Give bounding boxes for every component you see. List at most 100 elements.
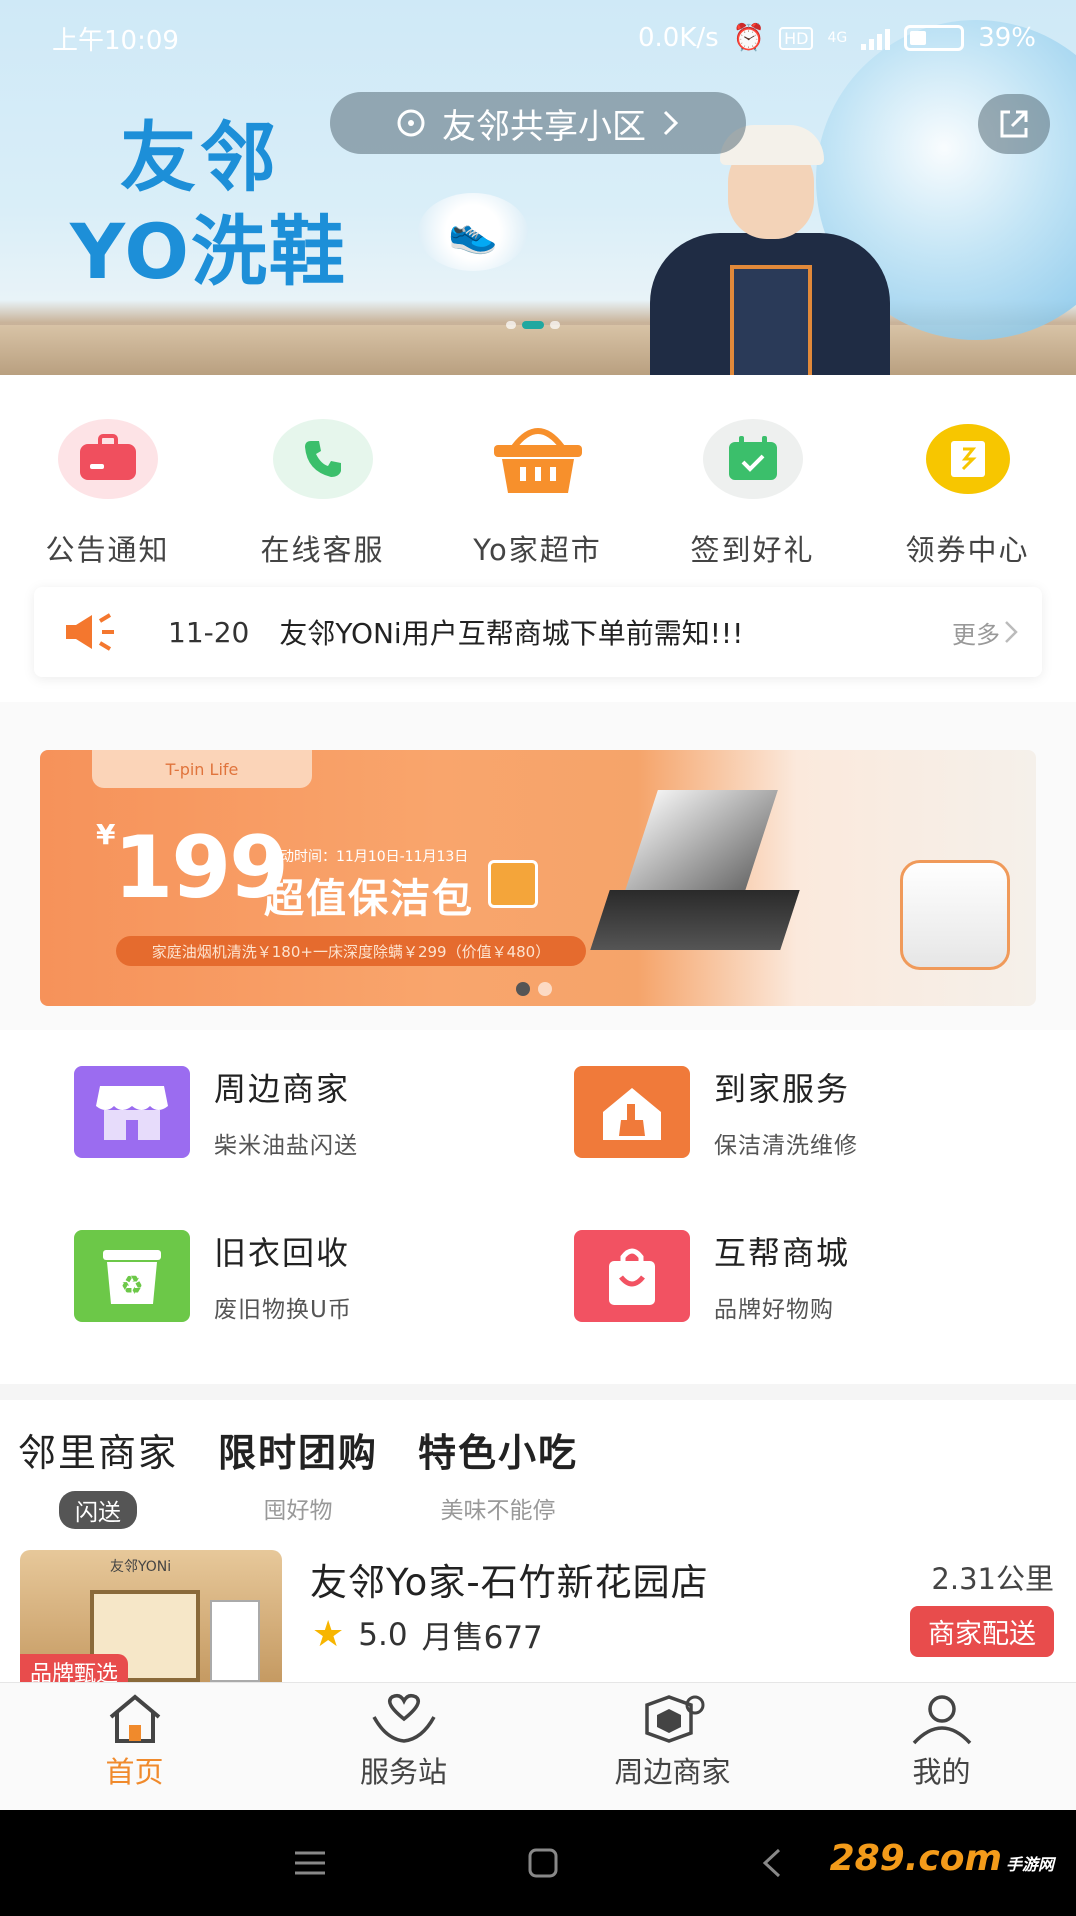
- promo-pagination: [516, 982, 552, 996]
- currency-symbol: ¥: [96, 818, 116, 851]
- tab-service-station[interactable]: 服务站: [269, 1683, 538, 1810]
- net-speed: 0.0K/s: [637, 23, 719, 53]
- banner-pagination: [506, 321, 560, 329]
- announcement-text: 友邻YONi用户互帮商城下单前需知!!!: [279, 617, 744, 650]
- battery-percent: 39%: [978, 23, 1036, 53]
- service-subtitle: 废旧物换U币: [214, 1297, 352, 1323]
- alarm-icon: ⏰: [732, 23, 766, 53]
- quick-action-supermarket[interactable]: Yo家超市: [430, 419, 645, 569]
- bottom-tab-bar: 首页 服务站 周边商家 我的: [0, 1682, 1076, 1810]
- quick-action-label: 公告通知: [45, 533, 170, 567]
- phone-icon: [272, 419, 373, 499]
- shop-rating: ★ 5.0 月售677: [312, 1612, 543, 1657]
- rating-value: 5.0: [358, 1616, 408, 1653]
- watermark-sub: 手游网: [1005, 1855, 1054, 1874]
- quick-action-label: 签到好礼: [690, 533, 815, 567]
- service-mutual-mall[interactable]: 互帮商城 品牌好物购: [574, 1228, 850, 1324]
- shop-thumb-sign: 友邻YONi: [110, 1559, 172, 1575]
- shop-thumbnail: 友邻YONi 品牌甄选: [20, 1550, 282, 1682]
- promo-banner[interactable]: T-pin Life ¥199 活动时间：11月10日-11月13日 超值保洁包…: [40, 750, 1036, 1006]
- tab-neighborhood-merchants[interactable]: 邻里商家 闪送: [18, 1422, 178, 1529]
- tab-title: 特色小吃: [418, 1431, 579, 1475]
- tab-title: 邻里商家: [18, 1431, 179, 1475]
- hd-badge: HD: [779, 26, 814, 50]
- service-home-services[interactable]: 到家服务 保洁清洗维修: [574, 1064, 858, 1160]
- battery-icon: [904, 25, 965, 51]
- tab-label: 服务站: [359, 1755, 447, 1789]
- sneaker-icon: 👟: [418, 193, 528, 271]
- nearby-shop-icon: [644, 1695, 704, 1743]
- tab-snacks[interactable]: 特色小吃 美味不能停: [418, 1422, 578, 1529]
- service-title: 旧衣回收: [214, 1234, 351, 1272]
- monthly-sales: 月售677: [421, 1620, 543, 1656]
- promo-price: ¥199: [96, 818, 289, 918]
- svg-text:♻: ♻: [120, 1271, 143, 1301]
- tab-label: 首页: [105, 1755, 164, 1789]
- tab-label: 我的: [912, 1755, 971, 1789]
- promo-section: T-pin Life ¥199 活动时间：11月10日-11月13日 超值保洁包…: [0, 702, 1076, 1030]
- delivery-badge: 商家配送: [910, 1606, 1054, 1657]
- net-type: 4G: [827, 30, 848, 46]
- promo-person-illustration: [650, 125, 890, 375]
- quick-action-checkin[interactable]: 签到好礼: [645, 419, 860, 569]
- watermark-main: 289.com: [829, 1838, 1002, 1879]
- shop-name: 友邻Yo家-石竹新花园店: [310, 1561, 709, 1604]
- announcement-bar[interactable]: 11-20 友邻YONi用户互帮商城下单前需知!!! 更多: [34, 587, 1042, 677]
- tab-label: 周边商家: [614, 1755, 731, 1789]
- service-title: 周边商家: [214, 1070, 351, 1108]
- more-label: 更多: [952, 620, 1000, 649]
- chevron-right-icon: [1005, 621, 1018, 643]
- megaphone-icon: [66, 613, 114, 651]
- quick-action-notice[interactable]: 公告通知: [0, 419, 215, 569]
- quick-action-customer-service[interactable]: 在线客服: [215, 419, 430, 569]
- range-hood-image: [590, 790, 800, 990]
- quick-actions-section: 公告通知 在线客服 Yo家超市 签到好礼 领券中心 11-20 友邻YONi用户…: [0, 375, 1076, 702]
- banner-brand-subtitle: YO洗鞋: [70, 207, 347, 296]
- shopping-bag-icon: [574, 1230, 690, 1322]
- shop-distance: 2.31公里: [931, 1562, 1054, 1596]
- profile-icon: [912, 1695, 971, 1745]
- basket-icon: [488, 419, 588, 499]
- service-title: 互帮商城: [714, 1234, 851, 1272]
- shop-icon: [74, 1066, 190, 1158]
- back-icon[interactable]: [759, 1847, 783, 1879]
- signal-icon: [861, 26, 891, 50]
- gift-icon: [488, 860, 538, 908]
- quick-action-label: 在线客服: [260, 533, 385, 567]
- tab-title: 限时团购: [218, 1431, 379, 1475]
- brand-select-tag: 品牌甄选: [20, 1654, 129, 1682]
- merchants-section: 邻里商家 闪送 限时团购 囤好物 特色小吃 美味不能停 友邻YONi 品牌甄选 …: [0, 1400, 1076, 1682]
- location-target-icon: [397, 109, 425, 137]
- community-name: 友邻共享小区: [442, 106, 646, 147]
- site-watermark: 289.com 手游网: [830, 1838, 1054, 1879]
- service-nearby-merchants[interactable]: 周边商家 柴米油盐闪送: [74, 1064, 358, 1160]
- calendar-check-icon: [702, 419, 803, 499]
- notice-icon: [57, 419, 158, 499]
- tab-group-buy[interactable]: 限时团购 囤好物: [218, 1422, 378, 1529]
- mite-vacuum-image: [900, 860, 1010, 970]
- status-bar: 上午10:09 0.0K/s ⏰ HD 4G 39%: [52, 18, 1036, 58]
- promo-brand-tab: T-pin Life: [92, 750, 312, 788]
- menu-icon[interactable]: [293, 1850, 327, 1876]
- banner-floor: [0, 325, 1076, 375]
- promo-date: 活动时间：11月10日-11月13日: [266, 849, 469, 865]
- service-subtitle: 柴米油盐闪送: [214, 1133, 358, 1159]
- recycle-bin-icon: ♻: [74, 1230, 190, 1322]
- quick-action-label: Yo家超市: [473, 533, 602, 567]
- home-broom-icon: [574, 1066, 690, 1158]
- share-icon: [1000, 110, 1028, 138]
- share-button[interactable]: [978, 94, 1050, 154]
- hero-banner[interactable]: 上午10:09 0.0K/s ⏰ HD 4G 39% 友邻 YO洗鞋 👟 友邻共…: [0, 0, 1076, 375]
- coupon-icon: [918, 419, 1018, 499]
- home-square-icon[interactable]: [527, 1847, 559, 1879]
- announcement-date: 11-20: [168, 615, 250, 649]
- tab-home[interactable]: 首页: [0, 1683, 269, 1810]
- quick-actions-row: 公告通知 在线客服 Yo家超市 签到好礼 领券中心: [0, 419, 1076, 569]
- service-clothes-recycling[interactable]: ♻ 旧衣回收 废旧物换U币: [74, 1228, 352, 1324]
- promo-detail: 家庭油烟机清洗￥180+一床深度除螨￥299（价值￥480）: [116, 936, 586, 966]
- quick-action-coupons[interactable]: 领券中心: [860, 419, 1075, 569]
- tab-profile[interactable]: 我的: [807, 1683, 1076, 1810]
- community-selector[interactable]: 友邻共享小区: [330, 92, 746, 154]
- announcement-more-link[interactable]: 更多: [952, 615, 1018, 650]
- tab-nearby-merchants[interactable]: 周边商家: [538, 1683, 807, 1810]
